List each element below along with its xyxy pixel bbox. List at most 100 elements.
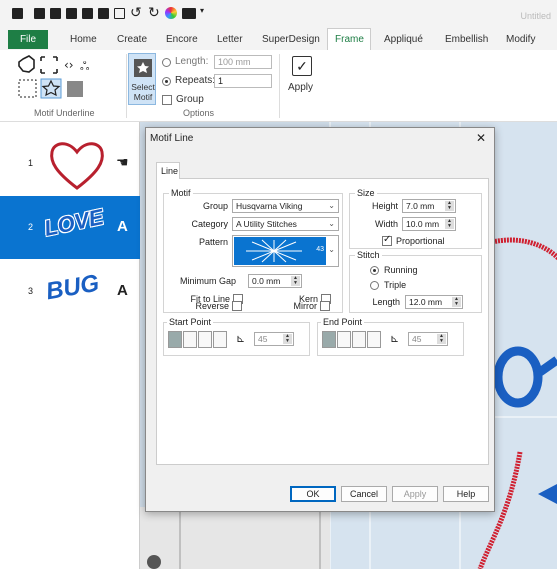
close-icon[interactable]: ✕	[476, 131, 486, 145]
redo-icon[interactable]: ↻	[148, 4, 160, 21]
length-input[interactable]: 100 mm	[214, 55, 272, 69]
chevron-down-icon: ⌄	[328, 219, 335, 228]
width-value: 10.0 mm	[406, 219, 440, 229]
open-icon[interactable]	[50, 8, 61, 19]
object-index: 3	[28, 286, 34, 296]
height-value: 7.0 mm	[406, 201, 435, 211]
group-label: Group	[176, 94, 204, 105]
new-icon[interactable]	[34, 8, 45, 19]
start-slant-left-icon[interactable]	[183, 331, 197, 348]
length-value: 12.0 mm	[409, 297, 443, 307]
chevron-down-icon: ⌄	[328, 245, 335, 254]
reverse-label: Reverse	[195, 301, 229, 311]
running-radio[interactable]	[370, 266, 379, 275]
length-value: 100 mm	[218, 57, 251, 67]
tab-line[interactable]: Line	[156, 162, 180, 179]
running-label: Running	[384, 265, 418, 275]
tab-superdesign[interactable]: SuperDesign	[262, 34, 320, 45]
spin-arrows-icon[interactable]: ▲ ▼	[283, 334, 292, 344]
category-label: Category	[191, 219, 228, 229]
tab-modify[interactable]: Modify	[506, 34, 535, 45]
width-input[interactable]: 10.0 mm ▲ ▼	[402, 217, 456, 231]
save-as-icon[interactable]	[82, 8, 93, 19]
start-point-icon[interactable]	[198, 331, 212, 348]
help-button[interactable]: Help	[443, 486, 489, 502]
group-select[interactable]: Husqvarna Viking ⌄	[232, 199, 339, 213]
start-angle-input[interactable]: 45 ▲ ▼	[254, 332, 294, 346]
category-select[interactable]: A Utility Stitches ⌄	[232, 217, 339, 231]
spin-arrows-icon[interactable]: ▲ ▼	[452, 297, 461, 307]
group-value: Husqvarna Viking	[236, 201, 303, 211]
motif-underline-gallery[interactable]: ‹› ஃ	[14, 53, 124, 101]
group-label-motif-underline: Motif Underline	[34, 108, 95, 118]
dropdown-icon[interactable]: ▾	[200, 6, 204, 15]
length-input[interactable]: 12.0 mm ▲ ▼	[405, 295, 463, 309]
motif-legend: Motif	[169, 188, 193, 198]
tab-home[interactable]: Home	[70, 34, 97, 45]
min-gap-label: Minimum Gap	[179, 276, 236, 286]
start-square-icon[interactable]	[168, 331, 182, 348]
end-angle-input[interactable]: 45 ▲ ▼	[408, 332, 448, 346]
paste-icon[interactable]	[114, 8, 125, 19]
spin-arrows-icon[interactable]: ▲ ▼	[445, 219, 454, 229]
size-legend: Size	[355, 188, 377, 198]
end-point-legend: End Point	[321, 317, 365, 327]
print-icon[interactable]	[98, 8, 109, 19]
width-label: Width	[374, 219, 398, 229]
spin-arrows-icon[interactable]: ▲ ▼	[437, 334, 446, 344]
tab-letter[interactable]: Letter	[217, 34, 243, 45]
color-icon[interactable]	[165, 7, 177, 19]
min-gap-input[interactable]: 0.0 mm ▲ ▼	[248, 274, 302, 288]
repeats-value: 1	[218, 76, 224, 86]
end-slant-right-icon[interactable]	[367, 331, 381, 348]
proportional-checkbox[interactable]	[382, 234, 392, 246]
apply-button[interactable]: Apply	[392, 486, 438, 502]
ribbon-tabs: File Home Create Encore Letter SuperDesi…	[0, 28, 557, 50]
start-slant-right-icon[interactable]	[213, 331, 227, 348]
proportional-label: Proportional	[396, 236, 445, 246]
end-slant-left-icon[interactable]	[337, 331, 351, 348]
end-point-icon[interactable]	[352, 331, 366, 348]
group-checkbox[interactable]	[162, 95, 172, 105]
start-point-legend: Start Point	[167, 317, 214, 327]
size-fieldset: Size Height 7.0 mm ▲▼ Width 10.0 mm ▲▼ P…	[349, 188, 482, 249]
undo-icon[interactable]: ↺	[130, 4, 142, 21]
tab-frame[interactable]: Frame	[335, 34, 364, 45]
ribbon-body: ‹› ஃ Select Motif Length: 100 mm Repeats…	[0, 50, 557, 122]
object-name: LOVE	[41, 204, 106, 241]
end-square-icon[interactable]	[322, 331, 336, 348]
mirror-checkbox[interactable]	[320, 301, 330, 311]
motif-line-dialog: Motif Line ✕ Motif Group Husqvarna Vikin…	[145, 127, 495, 512]
pattern-select[interactable]: 43 ⌄	[232, 235, 339, 267]
repeats-input[interactable]: 1	[214, 74, 272, 88]
tab-file[interactable]: File	[8, 30, 48, 49]
save-icon[interactable]	[66, 8, 77, 19]
heart-thumbnail	[50, 142, 104, 190]
repeats-radio[interactable]	[162, 77, 171, 86]
ok-button[interactable]: OK	[290, 486, 336, 502]
motif-fieldset: Motif Group Husqvarna Viking ⌄ Category …	[163, 188, 343, 313]
object-row-selected[interactable]: 2 LOVE A	[0, 196, 140, 259]
tab-embellish[interactable]: Embellish	[445, 34, 488, 45]
pattern-preview: 43	[234, 237, 326, 265]
reverse-checkbox[interactable]	[232, 301, 242, 311]
height-input[interactable]: 7.0 mm ▲ ▼	[402, 199, 456, 213]
chevron-down-icon: ⌄	[328, 201, 335, 210]
object-row[interactable]: 3 BUG A	[0, 260, 140, 320]
height-label: Height	[371, 201, 398, 211]
select-motif-button[interactable]: Select Motif	[128, 53, 156, 105]
spin-arrows-icon[interactable]: ▲ ▼	[445, 201, 454, 211]
ribbon-apply-button[interactable]: ✓ Apply	[286, 54, 318, 104]
tab-create[interactable]: Create	[117, 34, 147, 45]
tab-encore[interactable]: Encore	[166, 34, 198, 45]
tab-applique[interactable]: Appliqué	[384, 34, 423, 45]
min-gap-value: 0.0 mm	[252, 276, 281, 286]
frame-icon[interactable]	[182, 8, 196, 19]
triple-radio[interactable]	[370, 281, 379, 290]
object-row[interactable]: 1 ☚	[0, 136, 140, 196]
repeats-label: Repeats:	[175, 75, 216, 86]
spin-arrows-icon[interactable]: ▲ ▼	[291, 276, 300, 286]
length-radio[interactable]	[162, 58, 171, 67]
cancel-button[interactable]: Cancel	[341, 486, 387, 502]
group-label: Group	[202, 201, 228, 211]
